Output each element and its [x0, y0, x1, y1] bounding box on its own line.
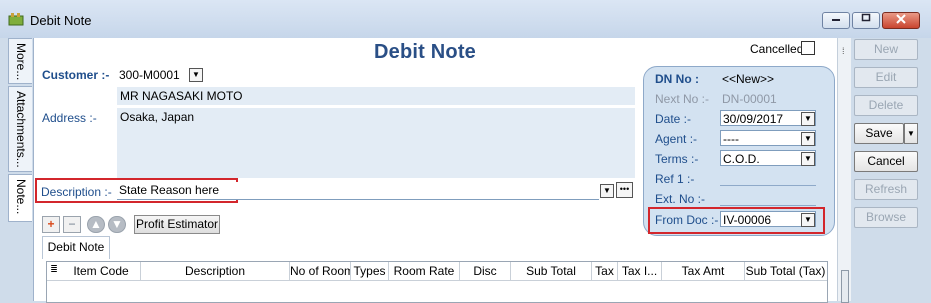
cancel-button[interactable]: Cancel	[854, 151, 918, 172]
move-up-button[interactable]: ▲	[87, 216, 105, 233]
ref1-label: Ref 1 :-	[655, 172, 695, 186]
chevron-down-icon: ▼	[804, 134, 812, 143]
delete-row-button[interactable]: −	[63, 216, 81, 233]
maximize-button[interactable]	[852, 12, 880, 29]
save-dropdown-button[interactable]: ▼	[904, 123, 918, 144]
minimize-icon	[832, 19, 840, 21]
column-header[interactable]: Types	[351, 264, 388, 278]
title-bar: Debit Note	[0, 0, 931, 39]
tab-note[interactable]: Note...	[8, 174, 32, 222]
column-header[interactable]: No of Room	[290, 264, 350, 278]
ext-no-label: Ext. No :-	[655, 192, 706, 206]
minus-icon: −	[68, 217, 76, 231]
grid-header: ≣ Item Code Description No of Room Types…	[47, 262, 827, 281]
column-header[interactable]: Tax Amt	[662, 264, 744, 278]
window-title: Debit Note	[30, 13, 92, 28]
description-more-button[interactable]: •••	[616, 182, 633, 198]
ext-no-field[interactable]	[720, 190, 816, 206]
maximize-icon	[861, 13, 871, 22]
tab-more[interactable]: More...	[8, 38, 32, 84]
agent-label: Agent :-	[655, 132, 698, 146]
tab-more-label: More...	[14, 43, 28, 81]
column-header[interactable]: Tax	[592, 264, 617, 278]
date-dropdown-button[interactable]: ▼	[801, 112, 815, 126]
save-button[interactable]: Save	[854, 123, 904, 144]
move-down-button[interactable]: ▼	[108, 216, 126, 233]
customer-code-field[interactable]: 300-M0001	[117, 67, 187, 84]
tab-attachments-label: Attachments...	[14, 91, 28, 168]
vertical-scrollbar[interactable]: ⁞	[837, 38, 852, 303]
description-dropdown-button[interactable]: ▼	[600, 184, 614, 198]
add-row-button[interactable]: +	[42, 216, 60, 233]
column-header[interactable]: Sub Total (Tax)	[745, 264, 826, 278]
chevron-down-icon: ▼	[804, 114, 812, 123]
address-label: Address :-	[42, 111, 97, 125]
dn-no-value: <<New>>	[722, 72, 775, 86]
tab-note-label: Note...	[14, 179, 28, 215]
column-header[interactable]: Sub Total	[511, 264, 591, 278]
column-header[interactable]: Disc	[460, 264, 510, 278]
tab-attachments[interactable]: Attachments...	[8, 86, 32, 172]
cancelled-label: Cancelled	[750, 42, 804, 56]
tab-debit-note[interactable]: Debit Note	[42, 236, 110, 259]
side-tab-strip: More... Attachments... Note...	[0, 38, 33, 301]
agent-dropdown-button[interactable]: ▼	[801, 132, 815, 146]
chevron-down-icon: ▼	[804, 154, 812, 163]
debit-note-form: Debit Note Cancelled Customer :- 300-M00…	[33, 38, 838, 303]
terms-dropdown-button[interactable]: ▼	[801, 152, 815, 166]
refresh-button[interactable]: Refresh	[854, 179, 918, 200]
column-header[interactable]: Room Rate	[389, 264, 459, 278]
date-label: Date :-	[655, 112, 692, 126]
description-field[interactable]: State Reason here	[117, 182, 599, 200]
close-button[interactable]	[882, 12, 920, 29]
arrow-down-icon: ▼	[111, 217, 123, 231]
chevron-down-icon: ▼	[192, 70, 200, 79]
app-icon	[8, 12, 24, 26]
ellipsis-icon: •••	[619, 184, 630, 194]
close-icon	[896, 14, 906, 24]
scrollbar-thumb[interactable]	[841, 270, 849, 303]
column-header[interactable]: Tax I...	[618, 264, 661, 278]
dn-no-label: DN No :	[655, 72, 699, 86]
terms-label: Terms :-	[655, 152, 699, 166]
edit-button[interactable]: Edit	[854, 67, 918, 88]
description-label: Description :-	[41, 185, 112, 199]
chevron-down-icon: ▼	[603, 186, 611, 195]
next-no-value: DN-00001	[722, 92, 777, 106]
grip-icon: ⁞	[842, 46, 845, 56]
page-title: Debit Note	[374, 41, 476, 63]
ref1-field[interactable]	[720, 170, 816, 186]
browse-button[interactable]: Browse	[854, 207, 918, 228]
customer-label: Customer :-	[42, 68, 110, 82]
arrow-up-icon: ▲	[90, 217, 102, 231]
new-button[interactable]: New	[854, 39, 918, 60]
chevron-down-icon: ▼	[907, 129, 915, 138]
from-doc-highlight-box	[648, 207, 825, 234]
column-header[interactable]: Description	[141, 264, 289, 278]
next-no-label: Next No :-	[655, 92, 710, 106]
customer-dropdown-button[interactable]: ▼	[189, 68, 203, 82]
plus-icon: +	[47, 217, 55, 231]
action-panel: New Edit Delete Save ▼ Cancel Refresh Br…	[851, 38, 931, 301]
profit-estimator-button[interactable]: Profit Estimator	[134, 215, 220, 234]
delete-button[interactable]: Delete	[854, 95, 918, 116]
address-field[interactable]: Osaka, Japan	[117, 108, 635, 178]
cancelled-checkbox[interactable]	[801, 41, 815, 55]
grid-menu-icon[interactable]: ≣	[49, 264, 59, 275]
column-header[interactable]: Item Code	[61, 264, 141, 278]
minimize-button[interactable]	[822, 12, 850, 29]
item-grid[interactable]: ≣ Item Code Description No of Room Types…	[46, 261, 828, 303]
customer-name-field[interactable]: MR NAGASAKI MOTO	[117, 87, 635, 105]
